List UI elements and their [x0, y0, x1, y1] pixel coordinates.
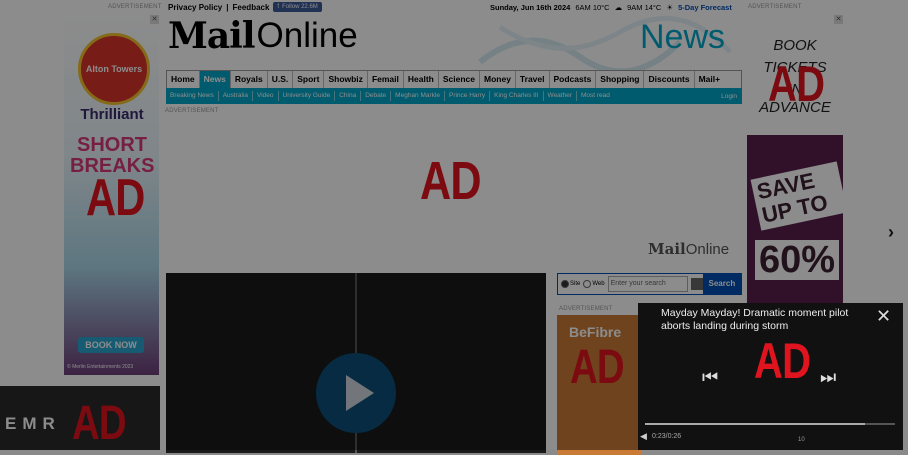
- volume-icon[interactable]: ◀: [640, 431, 647, 442]
- video-count: 10: [798, 437, 805, 443]
- close-icon[interactable]: ✕: [876, 307, 891, 325]
- previous-icon[interactable]: ⏮: [702, 367, 718, 388]
- next-icon[interactable]: ⏭: [820, 367, 836, 388]
- ad-placeholder[interactable]: AD: [754, 332, 811, 390]
- video-title: Mayday Mayday! Dramatic moment pilot abo…: [661, 307, 849, 332]
- video-progress-bar[interactable]: [645, 423, 895, 425]
- chevron-right-icon[interactable]: ›: [888, 222, 894, 243]
- video-time: 0:23/0:26: [652, 433, 682, 440]
